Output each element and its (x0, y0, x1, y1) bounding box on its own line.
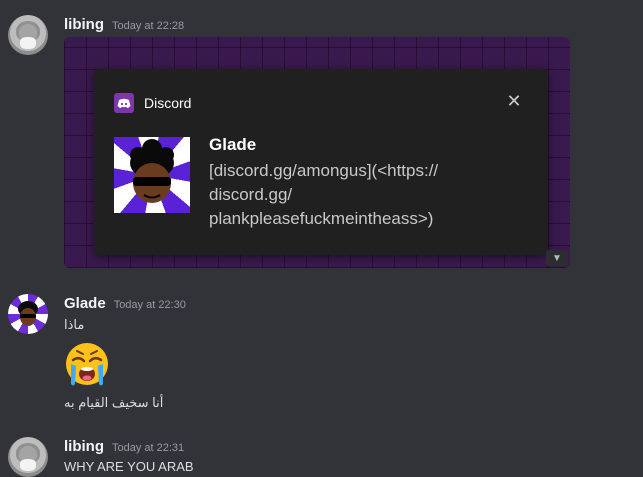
notification-body: [discord.gg/amongus](<https:// discord.g… (209, 161, 439, 228)
notification-app: Discord (114, 93, 191, 113)
message-header: Glade Today at 22:30 (64, 295, 186, 312)
message-header: libing Today at 22:28 (64, 16, 184, 33)
avatar[interactable] (8, 437, 48, 477)
loudly-crying-face-icon[interactable] (63, 342, 111, 388)
notification-avatar (114, 137, 190, 213)
timestamp[interactable]: Today at 22:28 (112, 20, 184, 32)
chevron-down-icon[interactable]: ▼ (546, 250, 568, 266)
username[interactable]: libing (64, 438, 104, 455)
notification-toast: Discord ✕ Glade [discord.gg/amongus](<ht… (94, 69, 548, 255)
character-face-icon (18, 301, 38, 326)
username[interactable]: Glade (64, 295, 106, 312)
image-attachment[interactable]: Discord ✕ Glade [discord.gg/amongus](<ht… (64, 37, 570, 268)
close-icon: ✕ (506, 91, 522, 111)
timestamp[interactable]: Today at 22:30 (114, 299, 186, 311)
message-text: WHY ARE YOU ARAB (64, 459, 194, 474)
avatar[interactable] (8, 294, 48, 334)
notification-app-name: Discord (144, 95, 192, 111)
avatar[interactable] (8, 15, 48, 55)
discord-logo-icon (114, 93, 134, 113)
notification-title: Glade (209, 135, 257, 154)
username[interactable]: libing (64, 16, 104, 33)
timestamp[interactable]: Today at 22:31 (112, 442, 184, 454)
message-text: ماذا (64, 317, 85, 332)
character-face-icon (130, 139, 174, 203)
message-text: أنا سخيف القيام به (64, 395, 164, 410)
message-header: libing Today at 22:31 (64, 438, 184, 455)
